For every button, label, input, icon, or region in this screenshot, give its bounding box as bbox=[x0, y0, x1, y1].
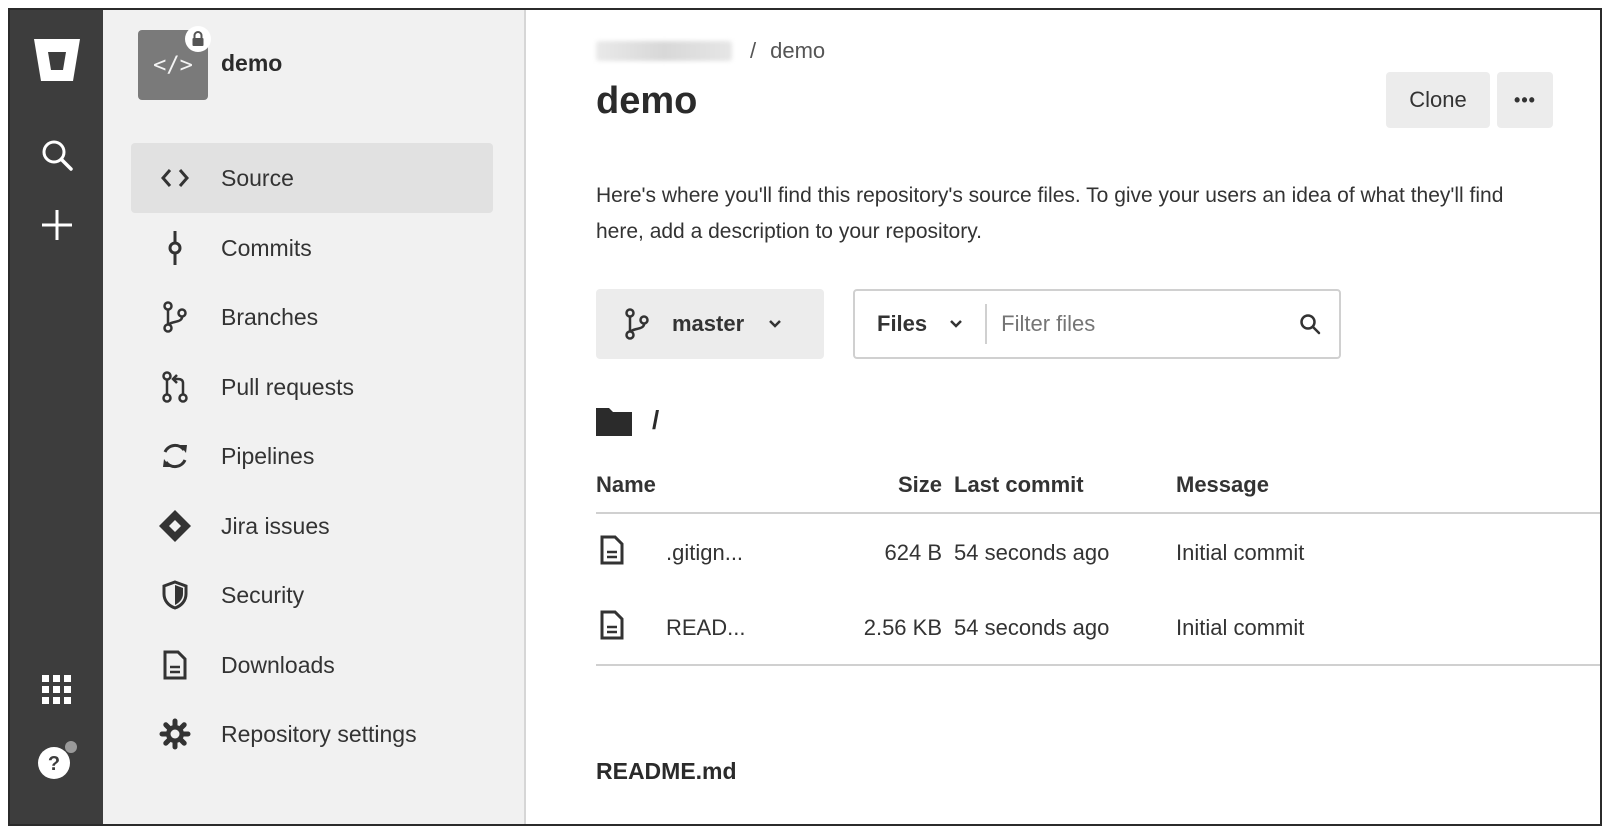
sidebar-item-label: Security bbox=[221, 581, 305, 608]
pipelines-icon bbox=[151, 441, 199, 471]
file-name[interactable]: .gitign... bbox=[666, 540, 743, 566]
sidebar-item-pull-requests[interactable]: Pull requests bbox=[131, 352, 493, 422]
sidebar-item-label: Commits bbox=[221, 234, 312, 261]
jira-icon bbox=[151, 509, 199, 543]
page-title: demo bbox=[596, 80, 698, 122]
breadcrumb-repo[interactable]: demo bbox=[770, 38, 825, 64]
column-header-name[interactable]: Name bbox=[596, 472, 656, 498]
plus-icon[interactable] bbox=[10, 208, 103, 242]
branch-selector[interactable]: master bbox=[596, 289, 824, 359]
table-header-divider bbox=[596, 512, 1600, 514]
lock-icon bbox=[185, 26, 211, 52]
repo-description: Here's where you'll find this repository… bbox=[596, 184, 1504, 243]
breadcrumb-separator: / bbox=[750, 38, 757, 63]
app-window: ? </> demo Source Commits Branches Pull … bbox=[8, 8, 1602, 826]
sidebar-item-pipelines[interactable]: Pipelines bbox=[131, 421, 493, 491]
readme-title: README.md bbox=[596, 758, 737, 784]
current-path[interactable]: / bbox=[652, 405, 659, 436]
commits-icon bbox=[151, 231, 199, 265]
chevron-down-icon bbox=[768, 319, 782, 329]
table-bottom-divider bbox=[596, 664, 1600, 666]
clone-button[interactable]: Clone bbox=[1386, 72, 1490, 128]
bitbucket-logo[interactable] bbox=[10, 36, 103, 84]
file-size: 2.56 KB bbox=[863, 615, 942, 640]
sidebar-item-label: Pull requests bbox=[221, 373, 354, 400]
search-icon[interactable] bbox=[1299, 313, 1321, 335]
main-content: / demo demo Clone ••• Here's where you'l… bbox=[526, 10, 1600, 824]
sidebar-item-security[interactable]: Security bbox=[131, 560, 493, 630]
file-filter: Files bbox=[853, 289, 1341, 359]
branch-name: master bbox=[672, 311, 745, 336]
file-name[interactable]: READ... bbox=[666, 615, 745, 641]
breadcrumb-workspace-blurred[interactable] bbox=[596, 41, 732, 61]
downloads-icon bbox=[151, 650, 199, 680]
sidebar-item-label: Source bbox=[221, 164, 294, 191]
file-message[interactable]: Initial commit bbox=[1176, 615, 1304, 641]
sidebar-item-source[interactable]: Source bbox=[131, 143, 493, 213]
column-header-message[interactable]: Message bbox=[1176, 472, 1269, 498]
code-icon: </> bbox=[153, 52, 193, 78]
apps-grid-icon[interactable] bbox=[10, 674, 103, 706]
path-row: / bbox=[596, 405, 659, 436]
sidebar-item-label: Downloads bbox=[221, 651, 335, 678]
help-icon[interactable]: ? bbox=[10, 738, 103, 784]
folder-icon bbox=[596, 406, 632, 436]
more-actions-button[interactable]: ••• bbox=[1497, 72, 1553, 128]
repo-sidebar: </> demo Source Commits Branches Pull re… bbox=[103, 10, 526, 824]
branches-icon bbox=[151, 301, 199, 333]
file-last-commit: 54 seconds ago bbox=[954, 540, 1110, 565]
global-nav: ? bbox=[10, 10, 103, 824]
sidebar-item-commits[interactable]: Commits bbox=[131, 213, 493, 283]
branch-icon bbox=[624, 308, 650, 340]
breadcrumb: / demo bbox=[596, 38, 825, 64]
sidebar-item-label: Jira issues bbox=[221, 512, 330, 539]
repo-name[interactable]: demo bbox=[221, 50, 282, 77]
scope-dropdown[interactable]: Files bbox=[855, 291, 985, 357]
filter-divider bbox=[985, 304, 988, 344]
search-icon[interactable] bbox=[10, 138, 103, 172]
shield-icon bbox=[151, 580, 199, 610]
column-header-last-commit[interactable]: Last commit bbox=[954, 472, 1084, 498]
source-icon bbox=[151, 167, 199, 189]
sidebar-item-label: Branches bbox=[221, 303, 319, 330]
gear-icon bbox=[151, 718, 199, 750]
pull-requests-icon bbox=[151, 371, 199, 403]
chevron-down-icon bbox=[949, 319, 963, 329]
scope-label: Files bbox=[877, 311, 928, 336]
file-last-commit: 54 seconds ago bbox=[954, 615, 1110, 640]
column-header-size[interactable]: Size bbox=[898, 472, 942, 498]
file-message[interactable]: Initial commit bbox=[1176, 540, 1304, 566]
sidebar-item-label: Pipelines bbox=[221, 442, 315, 469]
sidebar-item-jira-issues[interactable]: Jira issues bbox=[131, 491, 493, 561]
sidebar-item-branches[interactable]: Branches bbox=[131, 282, 493, 352]
sidebar-item-repository-settings[interactable]: Repository settings bbox=[131, 699, 493, 769]
file-size: 624 B bbox=[884, 540, 943, 565]
svg-text:?: ? bbox=[47, 753, 59, 775]
filter-files-input[interactable] bbox=[999, 310, 1274, 338]
sidebar-item-label: Repository settings bbox=[221, 720, 417, 747]
sidebar-item-downloads[interactable]: Downloads bbox=[131, 630, 493, 700]
file-icon bbox=[600, 610, 624, 645]
file-icon bbox=[600, 535, 624, 570]
